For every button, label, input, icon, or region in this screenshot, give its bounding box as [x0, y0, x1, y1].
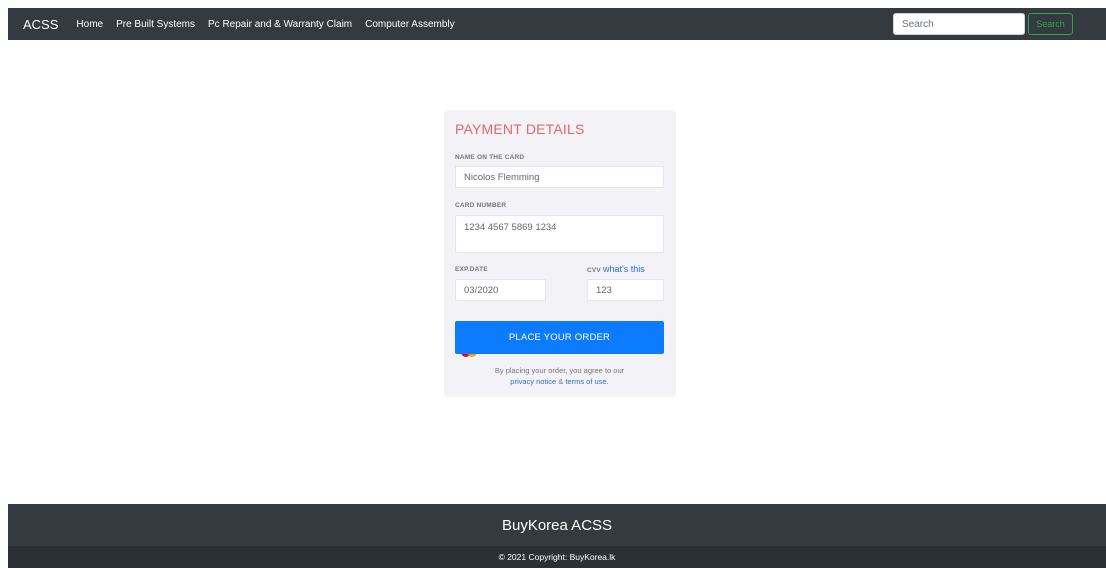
brand-logo[interactable]: ACSS [23, 17, 58, 32]
footer-title: BuyKorea ACSS [501, 516, 613, 534]
terms-joiner: & [558, 377, 564, 386]
nav-link-home[interactable]: Home [76, 19, 103, 30]
cvv-help-link[interactable]: what's this [603, 264, 645, 274]
footer-copyright: © 2021 Copyright: BuyKorea.lk [498, 552, 616, 562]
search-button[interactable]: Search [1028, 13, 1073, 35]
place-order-button[interactable]: PLACE YOUR ORDER [455, 321, 664, 354]
card-number-input[interactable]: 1234 4567 5869 1234 [455, 215, 664, 253]
nav-link-pre-built-systems[interactable]: Pre Built Systems [116, 19, 195, 30]
search-input[interactable] [893, 13, 1025, 35]
top-navbar: ACSS Home Pre Built Systems Pc Repair an… [8, 8, 1106, 40]
nav-link-pc-repair[interactable]: Pc Repair and & Warranty Claim [208, 19, 352, 30]
payment-title: PAYMENT DETAILS [455, 121, 585, 137]
order-terms-text: By placing your order, you agree to our … [455, 365, 664, 387]
expiry-date-label: EXP.DATE [455, 266, 488, 273]
card-number-label: CARD NUMBER [455, 202, 507, 209]
cvv-label: CVV what's this [587, 264, 645, 274]
terms-of-use-link[interactable]: terms of use [565, 377, 606, 386]
page: ACSS Home Pre Built Systems Pc Repair an… [0, 0, 1106, 568]
cvv-input[interactable] [587, 279, 664, 301]
cvv-label-text: CVV [587, 267, 601, 274]
name-on-card-input[interactable] [455, 166, 664, 188]
terms-prefix: By placing your order, you agree to our [494, 366, 625, 375]
footer-copyright-bar: © 2021 Copyright: BuyKorea.lk [8, 546, 1106, 568]
privacy-notice-link[interactable]: privacy notice [510, 377, 556, 386]
payment-card: PAYMENT DETAILS NAME ON THE CARD CARD NU… [444, 110, 676, 397]
terms-suffix: . [606, 377, 609, 386]
nav-link-computer-assembly[interactable]: Computer Assembly [365, 19, 454, 30]
name-on-card-label: NAME ON THE CARD [455, 154, 525, 161]
card-number-value: 1234 4567 5869 1234 [464, 222, 557, 233]
expiry-date-input[interactable] [455, 279, 546, 301]
footer: BuyKorea ACSS [8, 504, 1106, 546]
